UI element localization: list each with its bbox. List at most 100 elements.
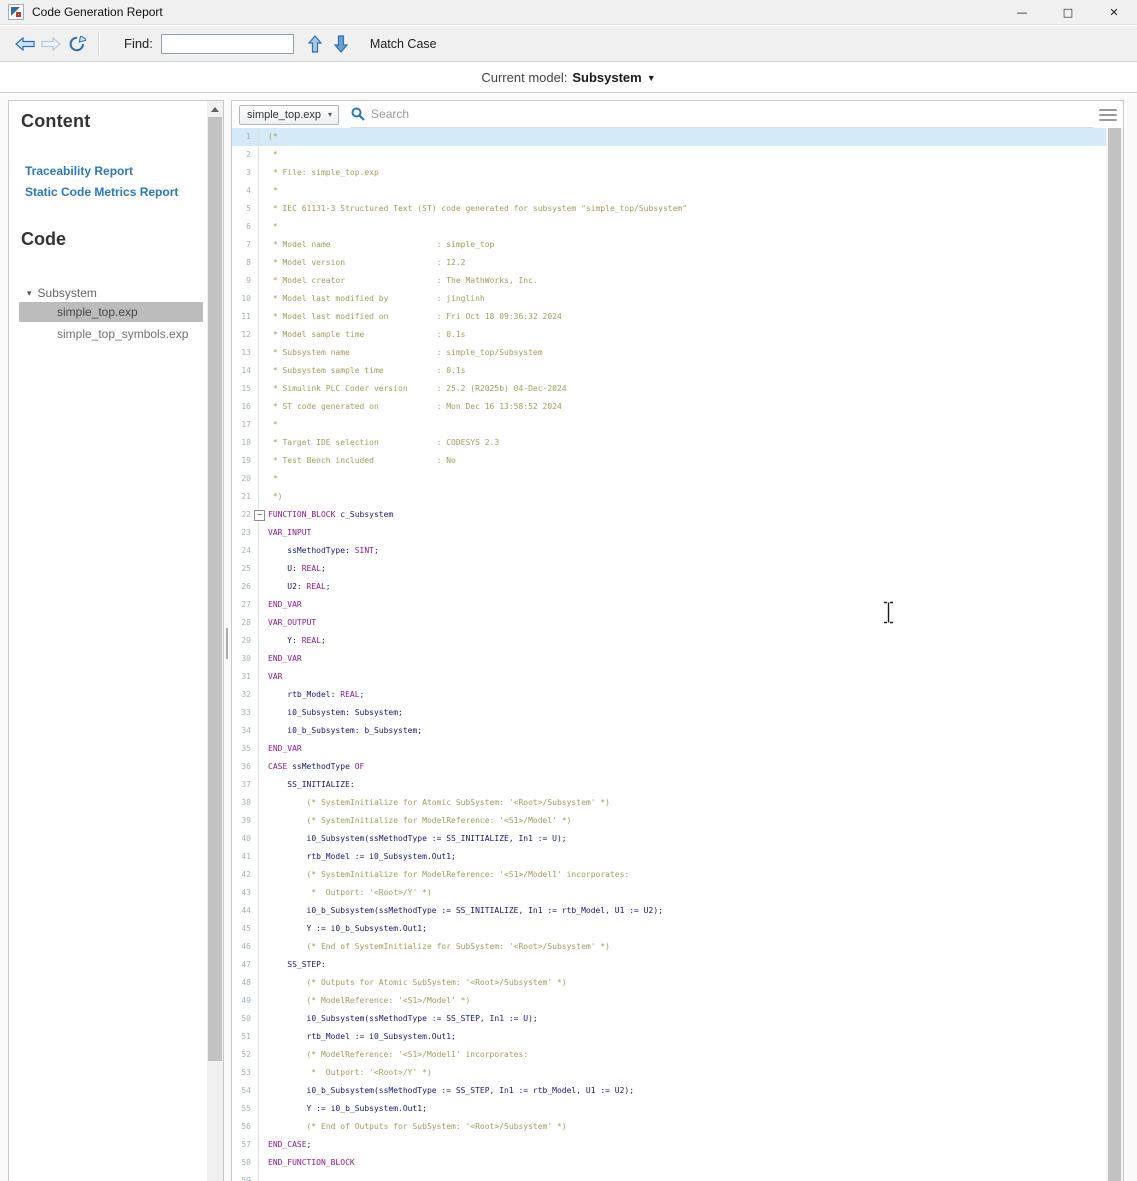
line-number: 54: [232, 1082, 259, 1100]
maximize-button[interactable]: □: [1045, 0, 1091, 24]
model-dropdown-caret-icon[interactable]: ▼: [647, 73, 656, 83]
fold-gutter: [259, 488, 268, 506]
minimize-button[interactable]: —: [999, 0, 1045, 24]
code-scrollbar-thumb[interactable]: [1108, 128, 1121, 1181]
find-previous-button[interactable]: [302, 31, 328, 57]
close-button[interactable]: ✕: [1091, 0, 1137, 24]
fold-gutter: [259, 974, 268, 992]
title-bar: Code Generation Report — □ ✕: [0, 0, 1137, 25]
fold-collapse-toggle[interactable]: [259, 506, 268, 524]
fold-gutter: [259, 722, 268, 740]
match-case-toggle[interactable]: Match Case: [370, 37, 437, 51]
code-line: 11 * Model last modified on : Fri Oct 18…: [232, 308, 1106, 326]
fold-gutter: [259, 434, 268, 452]
find-next-button[interactable]: [328, 31, 354, 57]
code-line: 27END_VAR: [232, 596, 1106, 614]
code-line: 15 * Simulink PLC Coder version : 25.2 (…: [232, 380, 1106, 398]
toolbar-separator: [98, 33, 100, 55]
line-number: 31: [232, 668, 259, 686]
code-scrollbar[interactable]: [1106, 128, 1123, 1181]
line-number: 4: [232, 182, 259, 200]
code-text: rtb_Model := i0_Subsystem.Out1;: [268, 848, 456, 866]
code-text: (* End of SystemInitialize for SubSystem…: [268, 938, 610, 956]
current-model-bar: Current model: Subsystem ▼: [0, 63, 1137, 93]
code-search-field[interactable]: Search: [351, 102, 1093, 128]
code-text: * IEC 61131-3 Structured Text (ST) code …: [268, 200, 687, 218]
fold-gutter: [259, 452, 268, 470]
fold-gutter: [259, 668, 268, 686]
code-line: 16 * ST code generated on : Mon Dec 16 1…: [232, 398, 1106, 416]
code-text: U2: REAL;: [268, 578, 331, 596]
panel-splitter-handle[interactable]: [226, 628, 228, 659]
code-text: VAR_INPUT: [268, 524, 311, 542]
fold-gutter: [259, 146, 268, 164]
code-text: Y := i0_b_Subsystem.Out1;: [268, 1100, 427, 1118]
static-code-metrics-report-link[interactable]: Static Code Metrics Report: [25, 185, 207, 199]
code-text: i0_b_Subsystem(ssMethodType := SS_STEP, …: [268, 1082, 634, 1100]
code-text: rtb_Model := i0_Subsystem.Out1;: [268, 1028, 456, 1046]
code-line: 31VAR: [232, 668, 1106, 686]
line-number: 24: [232, 542, 259, 560]
code-line: 48 (* Outputs for Atomic SubSystem: '<Ro…: [232, 974, 1106, 992]
tree-group-label: Subsystem: [38, 286, 97, 300]
code-panel-toolbar: simple_top.exp ▾ Search: [232, 101, 1123, 128]
current-model-value[interactable]: Subsystem: [572, 70, 641, 85]
hamburger-menu-button[interactable]: [1093, 102, 1123, 128]
find-toolbar: Find: Match Case: [0, 26, 1137, 62]
fold-gutter: [259, 776, 268, 794]
code-text: * Model last modified on : Fri Oct 18 09…: [268, 308, 562, 326]
code-text: * Model version : 12.2: [268, 254, 465, 272]
code-line: 49 (* ModelReference: '<S1>/Model' *): [232, 992, 1106, 1010]
code-line: 22FUNCTION_BLOCK c_Subsystem: [232, 506, 1106, 524]
forward-button[interactable]: [38, 31, 64, 57]
code-text: *: [268, 470, 278, 488]
fold-gutter: [259, 1082, 268, 1100]
code-text: *: [268, 416, 278, 434]
back-button[interactable]: [12, 31, 38, 57]
code-line: 2 *: [232, 146, 1106, 164]
line-number: 40: [232, 830, 259, 848]
code-text: i0_Subsystem: Subsystem;: [268, 704, 403, 722]
code-text: (* SystemInitialize for Atomic SubSystem…: [268, 794, 610, 812]
code-text: *): [268, 488, 282, 506]
file-dropdown[interactable]: simple_top.exp ▾: [239, 105, 339, 125]
code-line: 9 * Model creator : The MathWorks, Inc.: [232, 272, 1106, 290]
code-text: (* SystemInitialize for ModelReference: …: [268, 866, 629, 884]
content-heading: Content: [21, 111, 207, 132]
fold-gutter: [259, 1064, 268, 1082]
fold-gutter: [259, 344, 268, 362]
fold-gutter: [259, 1136, 268, 1154]
code-text: * Test Bench included : No: [268, 452, 456, 470]
code-line: 17 *: [232, 416, 1106, 434]
refresh-button[interactable]: [64, 31, 90, 57]
find-input[interactable]: [161, 34, 294, 54]
code-text: *: [268, 182, 278, 200]
code-text: * Simulink PLC Coder version : 25.2 (R20…: [268, 380, 567, 398]
content-sidebar: Content Traceability Report Static Code …: [8, 100, 224, 1181]
code-line: 38 (* SystemInitialize for Atomic SubSys…: [232, 794, 1106, 812]
line-number: 13: [232, 344, 259, 362]
code-line: 55 Y := i0_b_Subsystem.Out1;: [232, 1100, 1106, 1118]
sidebar-scroll-up-button[interactable]: [207, 101, 223, 117]
code-line: 51 rtb_Model := i0_Subsystem.Out1;: [232, 1028, 1106, 1046]
code-text: END_VAR: [268, 596, 302, 614]
fold-gutter: [259, 920, 268, 938]
traceability-report-link[interactable]: Traceability Report: [25, 164, 207, 178]
line-number: 1: [232, 128, 259, 146]
tree-item-simple-top-symbols-exp[interactable]: simple_top_symbols.exp: [21, 324, 207, 344]
fold-gutter: [259, 308, 268, 326]
sidebar-scrollbar[interactable]: [207, 101, 223, 1181]
tree-item-simple-top-exp[interactable]: simple_top.exp: [19, 302, 203, 322]
line-number: 10: [232, 290, 259, 308]
code-text: * Target IDE selection : CODESYS 2.3: [268, 434, 499, 452]
fold-gutter: [259, 578, 268, 596]
fold-gutter: [259, 956, 268, 974]
line-number: 25: [232, 560, 259, 578]
sidebar-scrollbar-thumb[interactable]: [208, 117, 222, 1061]
line-number: 59: [232, 1172, 259, 1181]
code-text: * Outport: '<Root>/Y' *): [268, 884, 432, 902]
tree-group-subsystem[interactable]: ▾ Subsystem: [21, 286, 207, 300]
fold-gutter: [259, 884, 268, 902]
fold-gutter: [259, 650, 268, 668]
code-text: (* End of Outputs for SubSystem: '<Root>…: [268, 1118, 567, 1136]
